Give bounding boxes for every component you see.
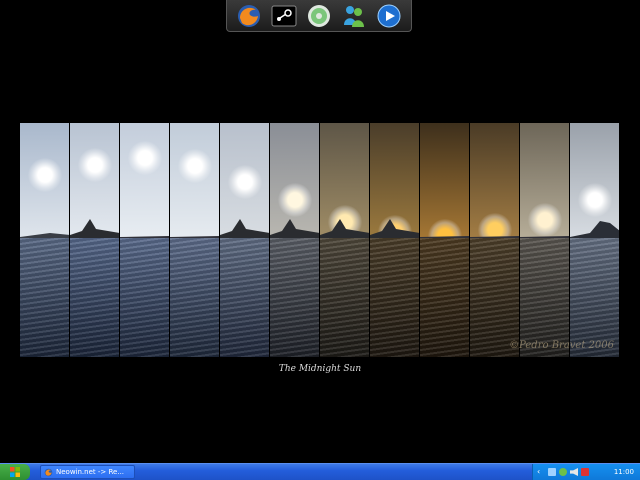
- wallpaper-strip: [570, 123, 620, 357]
- security-icon[interactable]: [581, 468, 589, 476]
- wallpaper-signature: ©Pedro Bravet 2006: [509, 340, 614, 351]
- messenger-tray-icon[interactable]: [559, 468, 567, 476]
- wallpaper-strip: [170, 123, 220, 357]
- volume-icon[interactable]: [570, 468, 578, 476]
- firefox-icon: [44, 468, 53, 476]
- wallpaper-strip: [70, 123, 120, 357]
- taskbar-item-label: Neowin.net -> Re...: [56, 468, 125, 476]
- steam-icon[interactable]: [269, 2, 299, 30]
- itunes-icon[interactable]: [304, 2, 334, 30]
- chevron-left-icon[interactable]: ‹: [537, 468, 545, 476]
- taskbar-item-firefox[interactable]: Neowin.net -> Re...: [40, 465, 135, 479]
- wallpaper-strip: [120, 123, 170, 357]
- clock[interactable]: 11:00: [614, 468, 634, 476]
- wallpaper-strip: [20, 123, 70, 357]
- firefox-icon[interactable]: [234, 2, 264, 30]
- media-player-icon[interactable]: [374, 2, 404, 30]
- wallpaper-strip: [470, 123, 520, 357]
- taskbar: Neowin.net -> Re... EN ‹ 11:00: [0, 463, 640, 480]
- wallpaper-strip: [520, 123, 570, 357]
- system-tray: ‹ 11:00: [532, 464, 640, 480]
- wallpaper-midnight-sun: ©Pedro Bravet 2006: [20, 123, 620, 357]
- wallpaper-strip: [370, 123, 420, 357]
- wallpaper-strip: [270, 123, 320, 357]
- windows-logo-icon: [10, 467, 20, 477]
- top-dock: [226, 0, 412, 32]
- wallpaper-caption: The Midnight Sun: [278, 364, 362, 374]
- wallpaper-strip: [320, 123, 370, 357]
- network-icon[interactable]: [548, 468, 556, 476]
- messenger-icon[interactable]: [339, 2, 369, 30]
- wallpaper-strip: [420, 123, 470, 357]
- wallpaper-strip: [220, 123, 270, 357]
- start-button[interactable]: [0, 464, 30, 480]
